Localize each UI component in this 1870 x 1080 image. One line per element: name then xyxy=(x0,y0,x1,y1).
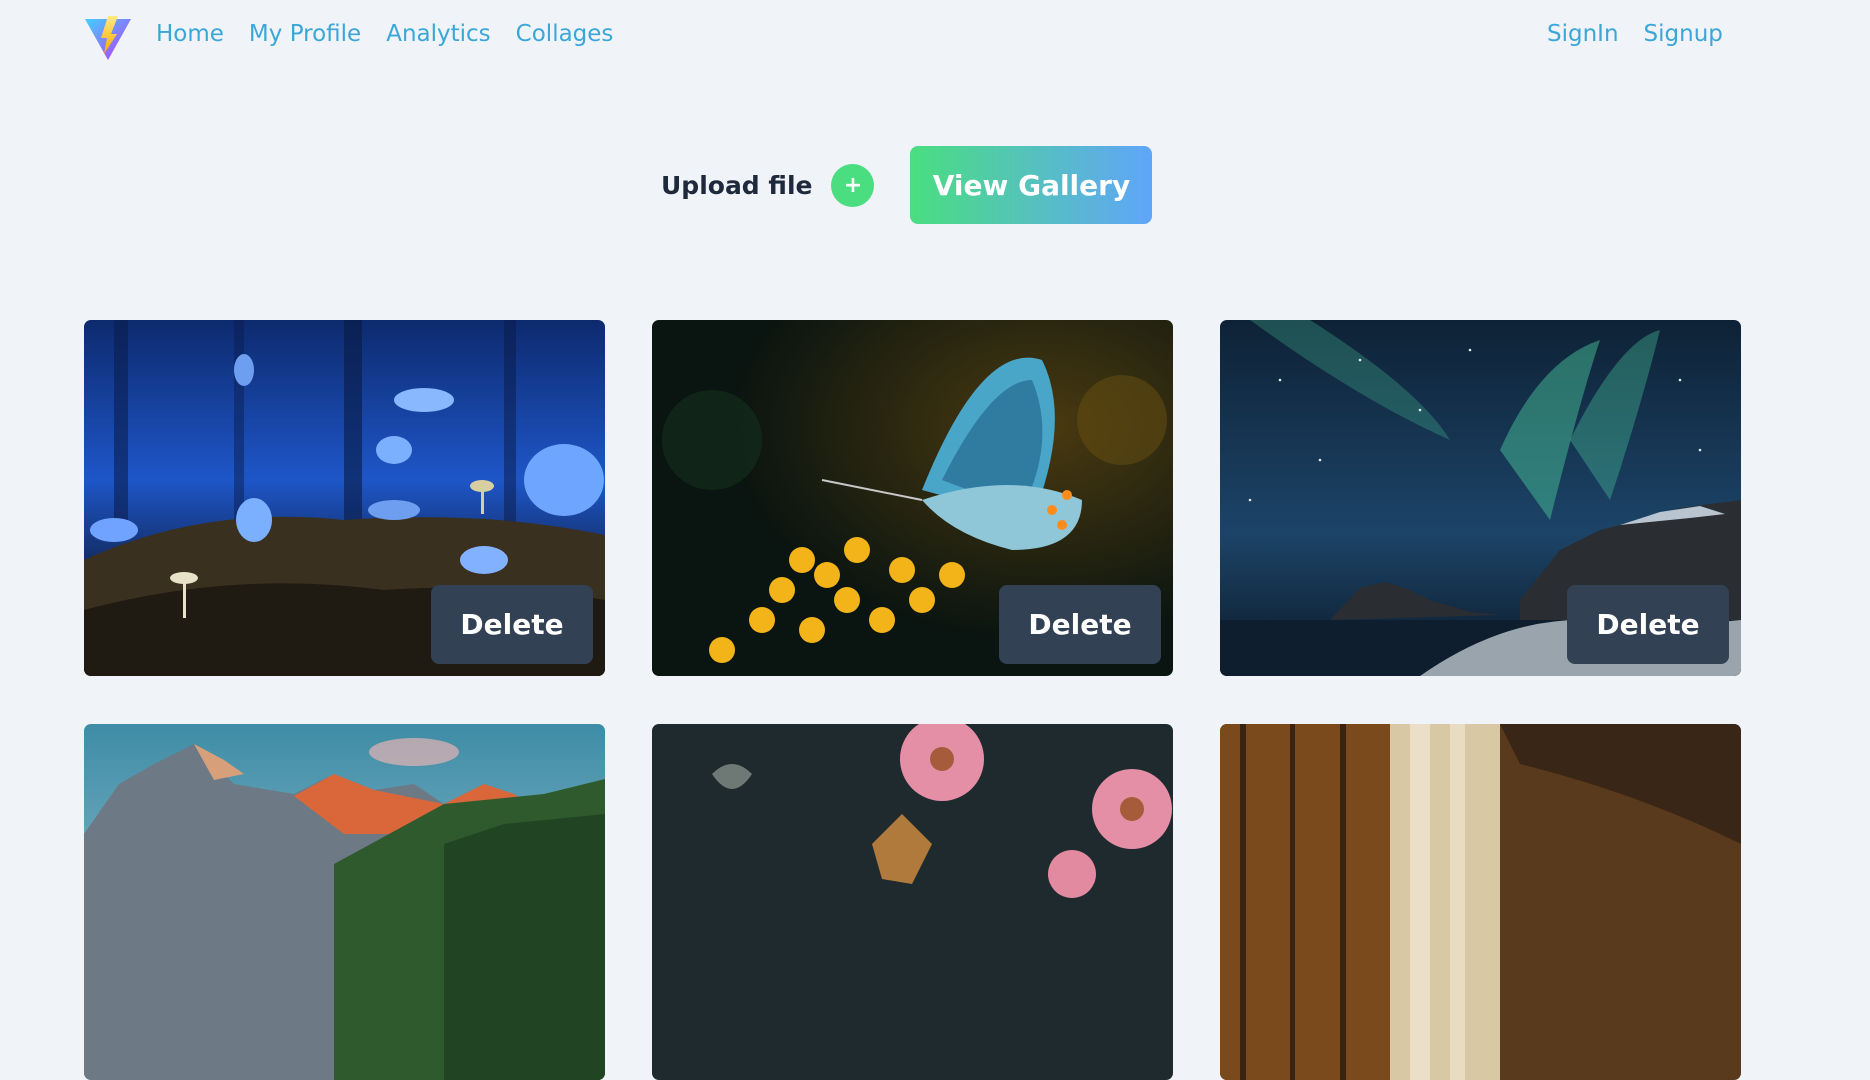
nav-collages-link[interactable]: Collages xyxy=(516,17,614,51)
upload-toolbar: Upload file + View Gallery xyxy=(661,146,1153,224)
delete-button[interactable]: Delete xyxy=(1567,585,1729,664)
gallery-card: Delete xyxy=(84,320,605,676)
nav-my-profile-link[interactable]: My Profile xyxy=(249,17,361,51)
gallery-card: Delete xyxy=(1220,320,1741,676)
upload-plus-button[interactable]: + xyxy=(831,163,875,207)
mountain-range-image xyxy=(84,724,605,1080)
pink-flowers-image xyxy=(652,724,1173,1080)
gallery-card xyxy=(84,724,605,1080)
delete-button[interactable]: Delete xyxy=(431,585,593,664)
waterfall-forest-image xyxy=(1220,724,1741,1080)
view-gallery-button[interactable]: View Gallery xyxy=(910,146,1153,224)
gallery-card xyxy=(1220,724,1741,1080)
vite-logo-icon[interactable] xyxy=(84,14,132,62)
gallery-card xyxy=(652,724,1173,1080)
nav-analytics-link[interactable]: Analytics xyxy=(386,17,490,51)
gallery-card: Delete xyxy=(652,320,1173,676)
navbar: Home My Profile Analytics Collages SignI… xyxy=(0,0,1870,68)
upload-file-label[interactable]: Upload file xyxy=(661,171,812,200)
delete-button[interactable]: Delete xyxy=(999,585,1161,664)
nav-signup-link[interactable]: Signup xyxy=(1644,17,1723,51)
nav-home-link[interactable]: Home xyxy=(156,17,224,51)
nav-signin-link[interactable]: SignIn xyxy=(1547,17,1619,51)
